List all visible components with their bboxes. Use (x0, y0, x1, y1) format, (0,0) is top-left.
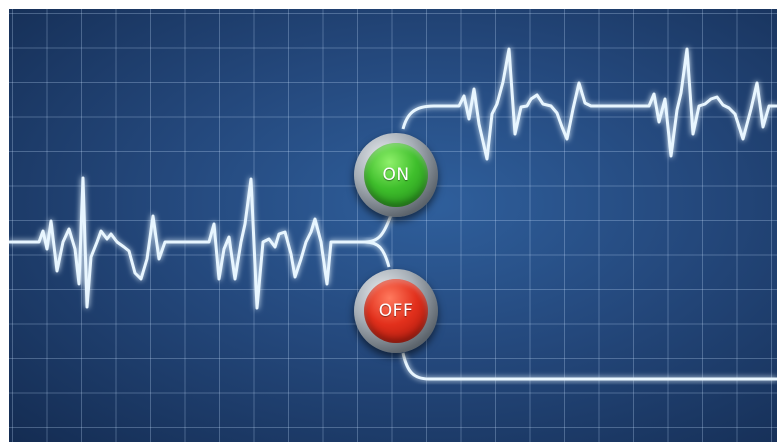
flatline-trace (401, 352, 777, 381)
heartbeat-trace-layer (9, 47, 777, 381)
on-button-label: ON (364, 143, 428, 207)
off-button-label: OFF (364, 279, 428, 343)
heartbeat-trace-active (401, 47, 777, 161)
branch-off-path (364, 240, 391, 268)
heartbeat-trace-left (9, 176, 365, 310)
branch-on-path (364, 214, 393, 244)
on-button[interactable]: ON (354, 133, 438, 217)
off-button[interactable]: OFF (354, 269, 438, 353)
heart-monitor-scene: ON OFF (9, 9, 777, 442)
